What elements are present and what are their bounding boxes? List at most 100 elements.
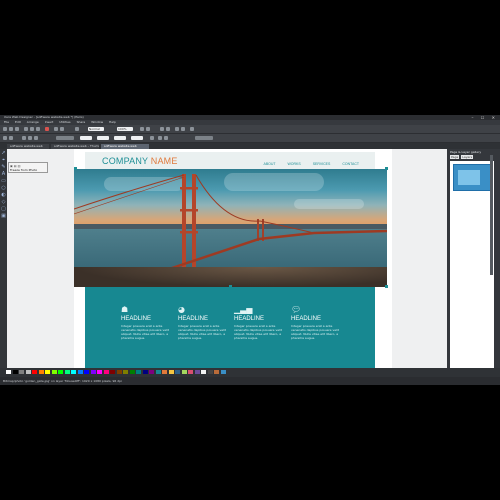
color-swatch[interactable]: [168, 370, 174, 374]
color-swatch[interactable]: [123, 370, 128, 374]
photo-tool-icon[interactable]: ▣: [1, 214, 6, 219]
zoom-percent-select[interactable]: 100%: [117, 127, 133, 131]
color-swatch[interactable]: [136, 370, 141, 374]
color-swatch[interactable]: [6, 370, 11, 374]
menu-help[interactable]: Help: [109, 120, 116, 124]
color-swatch[interactable]: [175, 370, 180, 374]
grid-icon[interactable]: [140, 127, 144, 131]
color-swatch[interactable]: [188, 370, 193, 374]
color-swatch[interactable]: [129, 370, 135, 374]
select-tool-icon[interactable]: [3, 136, 7, 140]
color-swatch[interactable]: [149, 370, 154, 374]
flip-horizontal-icon[interactable]: [158, 136, 162, 140]
menu-file[interactable]: File: [4, 120, 9, 124]
color-swatch[interactable]: [162, 370, 167, 374]
help-icon[interactable]: [190, 127, 194, 131]
hero-photo[interactable]: [74, 169, 387, 287]
menu-insert[interactable]: Insert: [45, 120, 54, 124]
color-swatch[interactable]: [97, 370, 102, 374]
snap-icon[interactable]: [146, 127, 150, 131]
selector-tool-icon[interactable]: ➚: [1, 151, 6, 156]
color-swatch[interactable]: [51, 370, 57, 374]
redo-icon[interactable]: [60, 127, 64, 131]
color-swatch[interactable]: [142, 370, 148, 374]
color-swatch[interactable]: [12, 370, 18, 374]
menu-window[interactable]: Window: [91, 120, 103, 124]
color-swatch[interactable]: [110, 370, 115, 374]
arrange-icon[interactable]: [28, 136, 32, 140]
color-swatch[interactable]: [90, 370, 96, 374]
color-swatch[interactable]: [155, 370, 161, 374]
new-document-icon[interactable]: [3, 127, 7, 131]
cut-icon[interactable]: [24, 127, 28, 131]
y-field[interactable]: [97, 136, 109, 140]
delete-icon[interactable]: [45, 127, 49, 131]
selection-handle-tr[interactable]: [385, 167, 388, 170]
color-swatch[interactable]: [103, 370, 109, 374]
color-swatch[interactable]: [25, 370, 31, 374]
text-tool-icon[interactable]: A: [1, 172, 6, 177]
zoom-mode-select[interactable]: Normal: [88, 127, 104, 131]
app-window: Xara Web Designer - [software website.we…: [0, 115, 500, 385]
tab-page[interactable]: Page: [450, 155, 460, 159]
color-swatch[interactable]: [58, 370, 63, 374]
nav-services[interactable]: SERVICES: [313, 162, 331, 166]
fill-tool-icon[interactable]: ◐: [1, 193, 6, 198]
color-swatch[interactable]: [32, 370, 37, 374]
tab-layers[interactable]: Layers: [461, 155, 474, 159]
color-swatch[interactable]: [71, 370, 76, 374]
apply-button[interactable]: [195, 136, 213, 140]
lock-icon[interactable]: [34, 136, 38, 140]
share-icon[interactable]: ⟲: [378, 153, 384, 161]
color-swatch[interactable]: [207, 370, 213, 374]
x-field[interactable]: [80, 136, 92, 140]
open-icon[interactable]: [9, 127, 13, 131]
menu-arrange[interactable]: Arrange: [27, 120, 39, 124]
rectangle-tool-icon[interactable]: ▭: [1, 179, 6, 184]
undo-icon[interactable]: [54, 127, 58, 131]
nav-about[interactable]: ABOUT: [264, 162, 276, 166]
aspect-lock-icon[interactable]: [150, 136, 154, 140]
publish-icon[interactable]: [181, 127, 185, 131]
color-swatch[interactable]: [45, 370, 50, 374]
color-swatch[interactable]: [201, 370, 206, 374]
link-icon[interactable]: [166, 127, 170, 131]
copy-icon[interactable]: [30, 127, 34, 131]
pen-icon[interactable]: [160, 127, 164, 131]
color-swatch[interactable]: [214, 370, 219, 374]
color-swatch[interactable]: [116, 370, 122, 374]
selection-handle-tl[interactable]: [74, 167, 77, 170]
color-swatch[interactable]: [181, 370, 187, 374]
color-swatch[interactable]: [64, 370, 70, 374]
selection-handle-br[interactable]: [385, 285, 388, 288]
zoom-tool-icon[interactable]: [75, 127, 79, 131]
shadow-tool-icon[interactable]: ▢: [1, 207, 6, 212]
color-swatch[interactable]: [84, 370, 89, 374]
color-swatch[interactable]: [77, 370, 83, 374]
height-field[interactable]: [131, 136, 143, 140]
color-swatch[interactable]: [194, 370, 200, 374]
paste-icon[interactable]: [36, 127, 40, 131]
menu-edit[interactable]: Edit: [15, 120, 21, 124]
rotate-icon[interactable]: [9, 136, 13, 140]
position-field[interactable]: [56, 136, 74, 140]
color-swatch[interactable]: [220, 370, 226, 374]
ellipse-tool-icon[interactable]: ○: [1, 186, 6, 191]
nav-contact[interactable]: CONTACT: [342, 162, 359, 166]
preview-icon[interactable]: [175, 127, 179, 131]
menu-utilities[interactable]: Utilities: [59, 120, 70, 124]
gallery-scrollbar[interactable]: [490, 155, 493, 275]
flip-vertical-icon[interactable]: [164, 136, 168, 140]
align-icon[interactable]: [22, 136, 26, 140]
color-swatch[interactable]: [38, 370, 44, 374]
color-swatch[interactable]: [19, 370, 24, 374]
node-tool-icon[interactable]: ⌖: [1, 158, 6, 163]
design-canvas[interactable]: COMPANY NAME ABOUT WORKS SERVICES CONTAC…: [7, 149, 447, 368]
width-field[interactable]: [114, 136, 126, 140]
freehand-tool-icon[interactable]: ✎: [1, 165, 6, 170]
page-thumbnail[interactable]: [453, 164, 493, 191]
transparency-tool-icon[interactable]: ◇: [1, 200, 6, 205]
nav-works[interactable]: WORKS: [288, 162, 301, 166]
menu-share[interactable]: Share: [77, 120, 86, 124]
save-icon[interactable]: [15, 127, 19, 131]
